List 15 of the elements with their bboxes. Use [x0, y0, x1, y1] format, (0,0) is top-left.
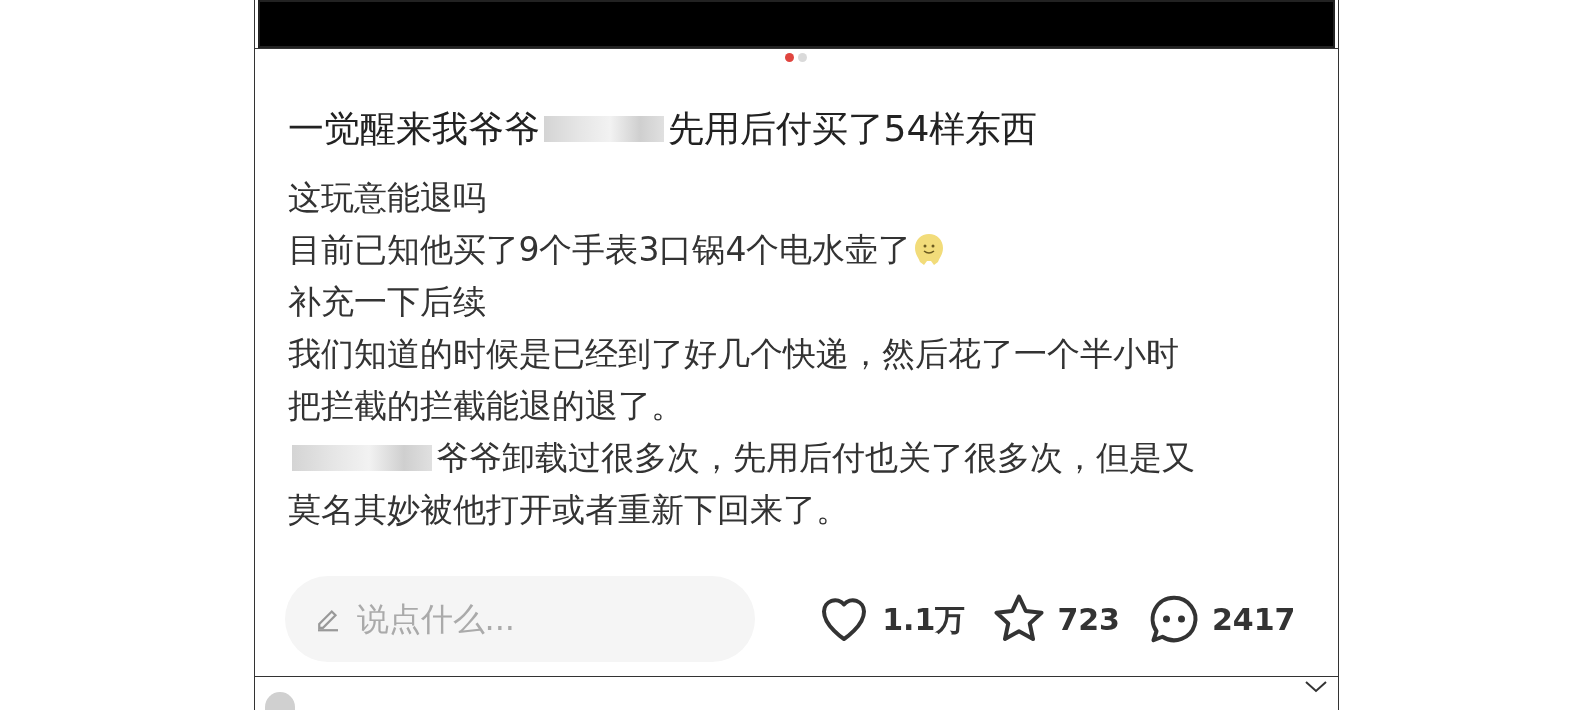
comment-field[interactable]: 说点什么...	[284, 576, 755, 662]
post-text: 爷爷卸载过很多次，先用后付也关了很多次，但是又	[435, 437, 1195, 479]
post-text: 补充一下后续	[287, 281, 487, 323]
action-count: 723	[1057, 600, 1120, 639]
post-text: 我们知道的时候是已经到了好几个快递，然后花了一个半小时	[287, 333, 1180, 375]
post-title: 先用后付买了54样东西	[667, 107, 1038, 151]
post-text: 把拦截的拦截能退的退了。	[287, 385, 685, 427]
action-count: 1.1万	[882, 600, 966, 639]
chevron-down-icon[interactable]	[1303, 680, 1328, 694]
post-text: 这玩意能退吗	[287, 177, 487, 219]
post-text: 莫名其妙被他打开或者重新下回来了。	[287, 489, 850, 531]
post-title: 一觉醒来我爷爷	[287, 107, 540, 151]
action-count: 2417	[1212, 600, 1296, 639]
avatar	[264, 692, 295, 710]
post-text: 目前已知他买了9个手表3口锅4个电水壶了	[287, 229, 912, 271]
